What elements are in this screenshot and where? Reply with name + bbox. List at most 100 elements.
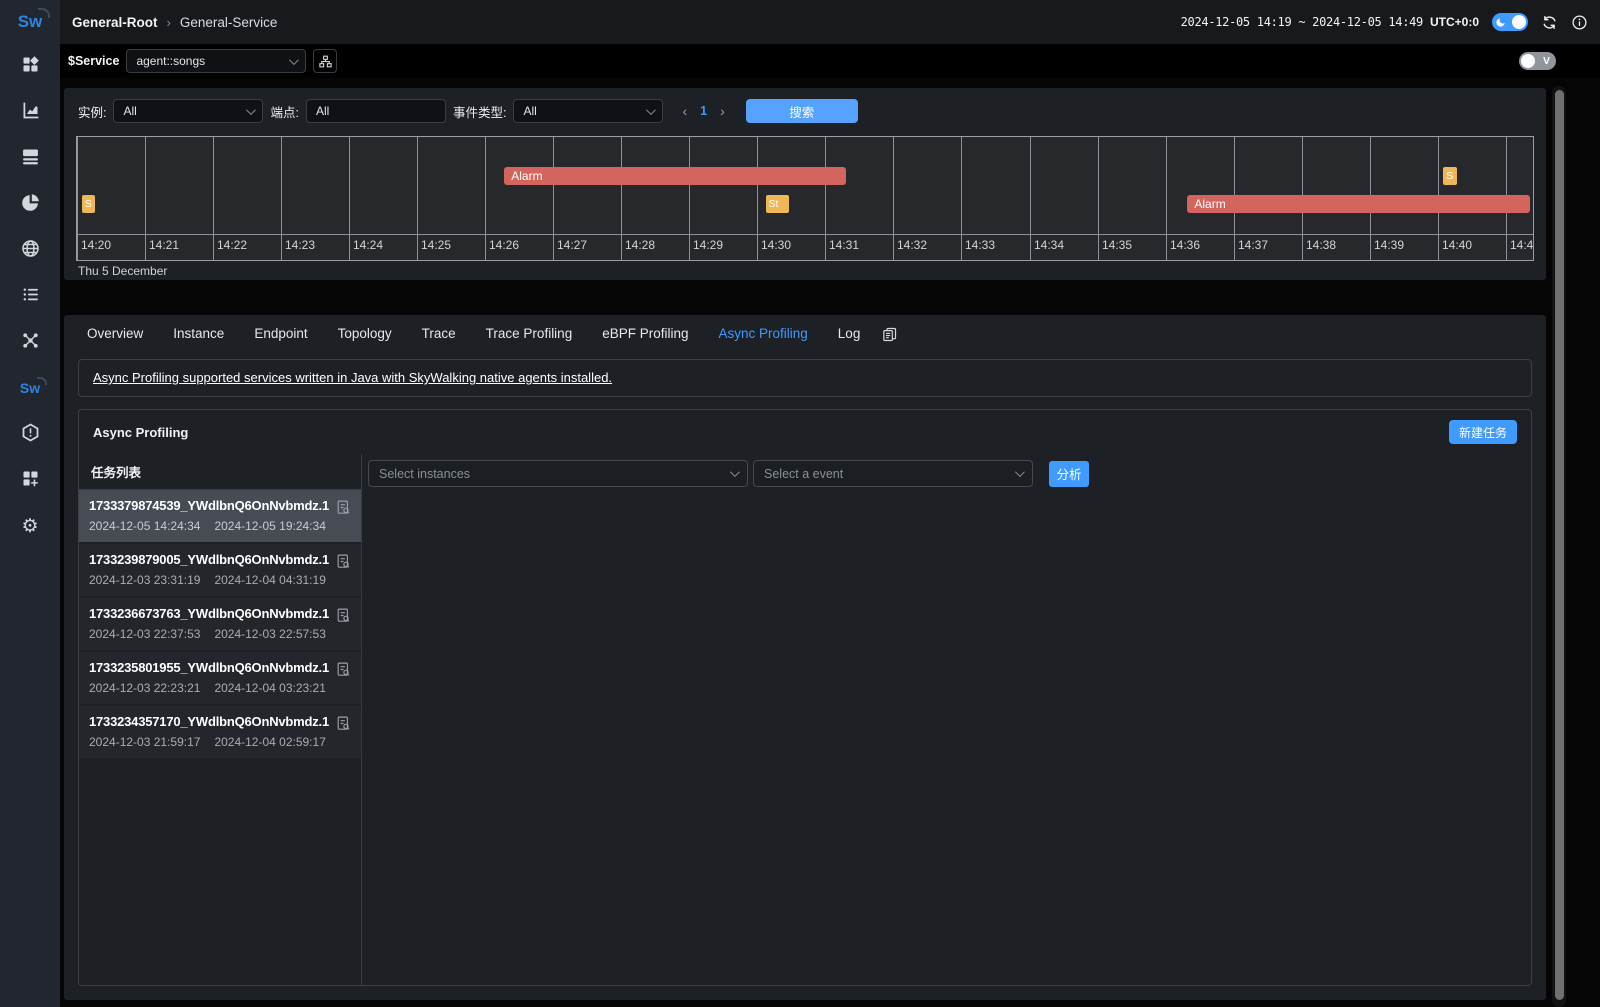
skywalking-logo[interactable]: Sw (0, 0, 60, 44)
task-list-item[interactable]: 1733379874539_YWdlbnQ6OnNvbmdz.12024-12-… (79, 490, 361, 544)
tick-label: 14:35 (1102, 238, 1132, 252)
start-event-marker[interactable]: S (82, 195, 95, 213)
breadcrumb-root[interactable]: General-Root (72, 15, 158, 30)
skywalking-logo-text: Sw (18, 12, 43, 32)
task-end-time: 2024-12-05 19:24:34 (214, 519, 325, 533)
info-icon[interactable] (1571, 14, 1588, 31)
task-times: 2024-12-03 22:37:532024-12-03 22:57:53 (89, 627, 351, 641)
sidebar-menu: Sw ⚙ (0, 44, 60, 550)
start-event-marker[interactable]: St (766, 195, 790, 213)
gridline (145, 137, 146, 260)
gridline (1030, 137, 1031, 260)
event-type-filter-label: 事件类型: (453, 102, 506, 121)
sidebar-item-database[interactable] (0, 136, 60, 182)
tab-async-profiling[interactable]: Async Profiling (704, 315, 823, 353)
sidebar-item-dashboard[interactable] (0, 44, 60, 90)
sidebar-item-skywalking[interactable]: Sw (0, 366, 60, 412)
tab-trace[interactable]: Trace (407, 315, 471, 353)
gridline (417, 137, 418, 260)
instance-filter-select[interactable]: All (113, 99, 263, 123)
settings-icon: ⚙ (21, 517, 38, 537)
service-topology-button[interactable] (313, 49, 337, 73)
task-detail-icon[interactable] (335, 661, 352, 683)
copy-icon[interactable] (881, 326, 898, 343)
chevron-down-icon (730, 467, 740, 477)
version-toggle-label: V (1543, 55, 1550, 67)
task-detail-icon[interactable] (335, 553, 352, 575)
sidebar-item-alerting[interactable] (0, 412, 60, 458)
tick-label: 14:41 (1510, 238, 1534, 252)
breadcrumb-current[interactable]: General-Service (180, 15, 278, 30)
task-list-item[interactable]: 1733236673763_YWdlbnQ6OnNvbmdz.1 2024-12-… (79, 598, 361, 652)
new-task-button[interactable]: 新建任务 (1449, 420, 1517, 444)
tick-label: 14:32 (897, 238, 927, 252)
instances-select[interactable]: Select instances (368, 460, 748, 487)
globe-icon (20, 238, 41, 264)
breadcrumb-separator-icon: › (167, 15, 171, 30)
task-end-time: 2024-12-03 22:57:53 (214, 627, 325, 641)
time-range-picker[interactable]: 2024-12-05 14:19 ~ 2024-12-05 14:49 (1181, 15, 1423, 29)
task-times: 2024-12-03 22:23:212024-12-04 03:23:21 (89, 681, 351, 695)
page-number[interactable]: 1 (700, 104, 707, 118)
sidebar-item-metrics[interactable] (0, 90, 60, 136)
prev-page-button[interactable]: ‹ (682, 103, 687, 119)
alarm-event-bar[interactable]: Alarm (1187, 195, 1529, 213)
service-select[interactable]: agent::songs (126, 49, 306, 73)
gridline (825, 137, 826, 260)
service-label: $Service (68, 54, 119, 68)
event-select[interactable]: Select a event (753, 460, 1033, 487)
refresh-icon[interactable] (1541, 14, 1558, 31)
task-start-time: 2024-12-03 21:59:17 (89, 735, 200, 749)
tick-label: 14:29 (693, 238, 723, 252)
tab-ebpf-profiling[interactable]: eBPF Profiling (587, 315, 703, 353)
analysis-column: Select instances Select a event 分析 (362, 454, 1531, 985)
dark-mode-toggle[interactable] (1492, 13, 1528, 31)
sidebar-item-settings[interactable]: ⚙ (0, 504, 60, 550)
task-list-column: 任务列表 1733379874539_YWdlbnQ6OnNvbmdz.1202… (79, 454, 362, 985)
vertical-scrollbar-thumb[interactable] (1555, 90, 1564, 1000)
tab-instance[interactable]: Instance (158, 315, 239, 353)
tick-label: 14:28 (625, 238, 655, 252)
sidebar-item-globe[interactable] (0, 228, 60, 274)
sidebar-item-logs[interactable] (0, 274, 60, 320)
breadcrumb: General-Root › General-Service (72, 15, 277, 30)
task-detail-icon[interactable] (335, 499, 352, 521)
sidebar-item-service-mesh[interactable] (0, 182, 60, 228)
endpoint-filter-input[interactable] (306, 99, 446, 123)
chevron-down-icon (1015, 467, 1025, 477)
tab-log[interactable]: Log (823, 315, 876, 353)
analyze-button[interactable]: 分析 (1049, 461, 1089, 487)
event-type-filter-select[interactable]: All (513, 99, 663, 123)
tick-label: 14:27 (557, 238, 587, 252)
task-id: 1733236673763_YWdlbnQ6OnNvbmdz.1 (89, 606, 351, 621)
async-profiling-doc-link[interactable]: Async Profiling supported services writt… (93, 370, 612, 385)
start-event-marker[interactable]: S (1443, 167, 1457, 185)
skywalking-icon: Sw (20, 380, 40, 398)
task-end-time: 2024-12-04 03:23:21 (214, 681, 325, 695)
task-list-title: 任务列表 (79, 454, 361, 490)
task-list-item[interactable]: 1733234357170_YWdlbnQ6OnNvbmdz.12024-12-… (79, 706, 361, 760)
tick-label: 14:40 (1442, 238, 1472, 252)
gridline (213, 137, 214, 260)
gridline (349, 137, 350, 260)
gridline (893, 137, 894, 260)
task-list-item[interactable]: 1733239879005_YWdlbnQ6OnNvbmdz.12024-12-… (79, 544, 361, 598)
topbar-right-controls: 2024-12-05 14:19 ~ 2024-12-05 14:49 UTC+… (1181, 13, 1588, 31)
tab-overview[interactable]: Overview (72, 315, 158, 353)
alarm-event-bar[interactable]: Alarm (504, 167, 846, 185)
task-list-item[interactable]: 1733235801955_YWdlbnQ6OnNvbmdz.12024-12-… (79, 652, 361, 706)
task-detail-icon[interactable] (335, 715, 352, 737)
topology-icon (20, 330, 41, 356)
tab-topology[interactable]: Topology (323, 315, 407, 353)
tab-trace-profiling[interactable]: Trace Profiling (471, 315, 588, 353)
version-toggle[interactable]: V (1519, 52, 1556, 70)
async-profiling-body: 任务列表 1733379874539_YWdlbnQ6OnNvbmdz.1202… (79, 454, 1531, 985)
sidebar-item-topology[interactable] (0, 320, 60, 366)
tab-endpoint[interactable]: Endpoint (239, 315, 322, 353)
sidebar-item-marketplace[interactable] (0, 458, 60, 504)
task-detail-icon[interactable] (335, 607, 352, 629)
timezone-label: UTC+0:0 (1430, 15, 1479, 29)
next-page-button[interactable]: › (720, 103, 725, 119)
gridline (77, 137, 78, 260)
search-button[interactable]: 搜索 (746, 99, 858, 123)
